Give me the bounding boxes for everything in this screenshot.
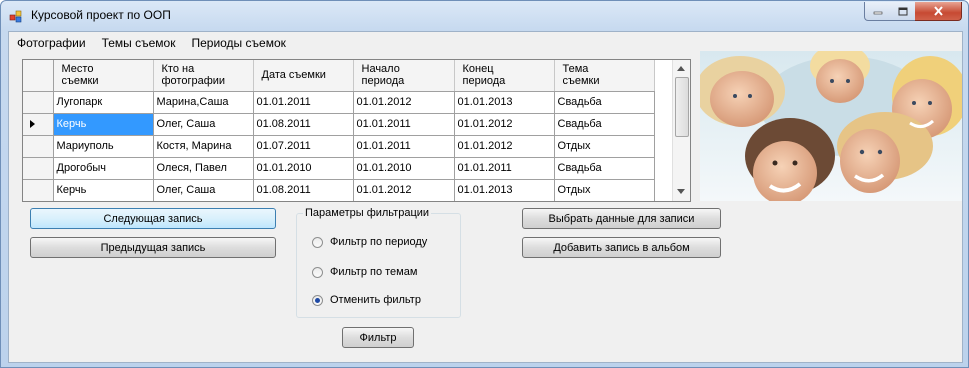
radio-label: Фильтр по темам [330, 266, 418, 278]
maximize-icon [898, 7, 907, 15]
filter-button[interactable]: Фильтр [342, 327, 414, 348]
column-header-people[interactable]: Кто на фотографии [153, 60, 254, 92]
cell-period-start[interactable]: 01.01.2010 [353, 157, 455, 180]
minimize-icon [873, 11, 883, 15]
app-icon [9, 10, 22, 23]
close-icon [933, 6, 943, 16]
table-row-current[interactable]: Керчь Олег, Саша 01.08.2011 01.01.2011 0… [23, 113, 655, 136]
cell-theme[interactable]: Отдых [554, 135, 655, 158]
cell-people[interactable]: Марина,Саша [153, 91, 254, 114]
cell-theme[interactable]: Свадьба [554, 157, 655, 180]
cell-period-start[interactable]: 01.01.2011 [353, 113, 455, 136]
row-header-current[interactable] [23, 113, 54, 136]
filter-group-title: Параметры фильтрации [303, 207, 432, 219]
cell-people[interactable]: Олег, Саша [153, 113, 254, 136]
cell-people[interactable]: Олеся, Павел [153, 157, 254, 180]
column-header-place[interactable]: Место съемки [53, 60, 154, 92]
maximize-button[interactable] [890, 2, 916, 21]
cell-period-end[interactable]: 01.01.2012 [454, 113, 555, 136]
cell-theme[interactable]: Свадьба [554, 113, 655, 136]
cell-date[interactable]: 01.07.2011 [253, 135, 354, 158]
cell-period-end[interactable]: 01.01.2012 [454, 135, 555, 158]
row-header[interactable] [23, 179, 54, 201]
cell-place[interactable]: Лугопарк [53, 91, 154, 114]
column-header-theme[interactable]: Тема съемки [554, 60, 655, 92]
records-grid[interactable]: Место съемки Кто на фотографии Дата съем… [22, 59, 691, 202]
cell-period-end[interactable]: 01.01.2011 [454, 157, 555, 180]
row-header[interactable] [23, 91, 54, 114]
cell-place[interactable]: Керчь [53, 179, 154, 201]
cell-period-end[interactable]: 01.01.2013 [454, 179, 555, 201]
grid-corner-cell[interactable] [23, 60, 54, 92]
column-header-period-start[interactable]: Начало периода [353, 60, 455, 92]
cell-place[interactable]: Мариуполь [53, 135, 154, 158]
cell-place[interactable]: Дрогобыч [53, 157, 154, 180]
cell-period-start[interactable]: 01.01.2012 [353, 91, 455, 114]
cell-date[interactable]: 01.01.2011 [253, 91, 354, 114]
cell-theme[interactable]: Отдых [554, 179, 655, 201]
filter-parameters-group: Параметры фильтрации Фильтр по периоду Ф… [296, 207, 461, 318]
row-header[interactable] [23, 157, 54, 180]
table-row[interactable]: Дрогобыч Олеся, Павел 01.01.2010 01.01.2… [23, 157, 655, 180]
previous-record-button[interactable]: Предыдущая запись [30, 237, 276, 258]
cell-date[interactable]: 01.08.2011 [253, 113, 354, 136]
cell-period-start[interactable]: 01.01.2011 [353, 135, 455, 158]
scroll-up-icon[interactable] [677, 66, 685, 71]
table-row[interactable]: Керчь Олег, Саша 01.08.2011 01.01.2012 0… [23, 179, 655, 201]
cell-date[interactable]: 01.01.2010 [253, 157, 354, 180]
scroll-thumb[interactable] [675, 77, 689, 137]
column-header-period-end[interactable]: Конец периода [454, 60, 555, 92]
minimize-button[interactable] [864, 2, 892, 21]
radio-circle[interactable] [312, 236, 323, 248]
current-row-arrow-icon [30, 120, 35, 128]
main-window: Курсовой проект по ООП Фотографии Темы с… [0, 0, 969, 368]
grid-vertical-scrollbar[interactable] [672, 60, 690, 201]
radio-circle[interactable] [312, 266, 323, 278]
close-button[interactable] [915, 2, 962, 21]
cell-theme[interactable]: Свадьба [554, 91, 655, 114]
menu-themes[interactable]: Темы съемок [94, 32, 184, 54]
family-photo [700, 51, 962, 201]
radio-label: Отменить фильтр [330, 294, 421, 306]
table-row[interactable]: Мариуполь Костя, Марина 01.07.2011 01.01… [23, 135, 655, 158]
row-header[interactable] [23, 135, 54, 158]
filter-by-theme-radio[interactable]: Фильтр по темам [312, 266, 417, 278]
scroll-down-icon[interactable] [677, 189, 685, 194]
radio-label: Фильтр по периоду [330, 236, 428, 248]
next-record-button[interactable]: Следующая запись [30, 208, 276, 229]
window-title: Курсовой проект по ООП [31, 8, 171, 22]
cell-place-selected[interactable]: Керчь [53, 113, 154, 136]
add-to-album-button[interactable]: Добавить запись в альбом [522, 237, 721, 258]
radio-circle-checked[interactable] [312, 294, 323, 306]
column-header-date[interactable]: Дата съемки [253, 60, 354, 92]
cell-date[interactable]: 01.08.2011 [253, 179, 354, 201]
cell-people[interactable]: Олег, Саша [153, 179, 254, 201]
menu-photos[interactable]: Фотографии [9, 32, 94, 54]
cell-people[interactable]: Костя, Марина [153, 135, 254, 158]
filter-by-period-radio[interactable]: Фильтр по периоду [312, 236, 427, 248]
cancel-filter-radio[interactable]: Отменить фильтр [312, 294, 421, 306]
grid-header-row: Место съемки Кто на фотографии Дата съем… [23, 60, 655, 92]
form-client-area: Фотографии Темы съемок Периоды съемок Ме… [8, 31, 963, 363]
menu-periods[interactable]: Периоды съемок [183, 32, 293, 54]
cell-period-start[interactable]: 01.01.2012 [353, 179, 455, 201]
table-row[interactable]: Лугопарк Марина,Саша 01.01.2011 01.01.20… [23, 91, 655, 114]
title-bar[interactable]: Курсовой проект по ООП [1, 1, 968, 31]
cell-period-end[interactable]: 01.01.2013 [454, 91, 555, 114]
select-data-button[interactable]: Выбрать данные для записи [522, 208, 721, 229]
